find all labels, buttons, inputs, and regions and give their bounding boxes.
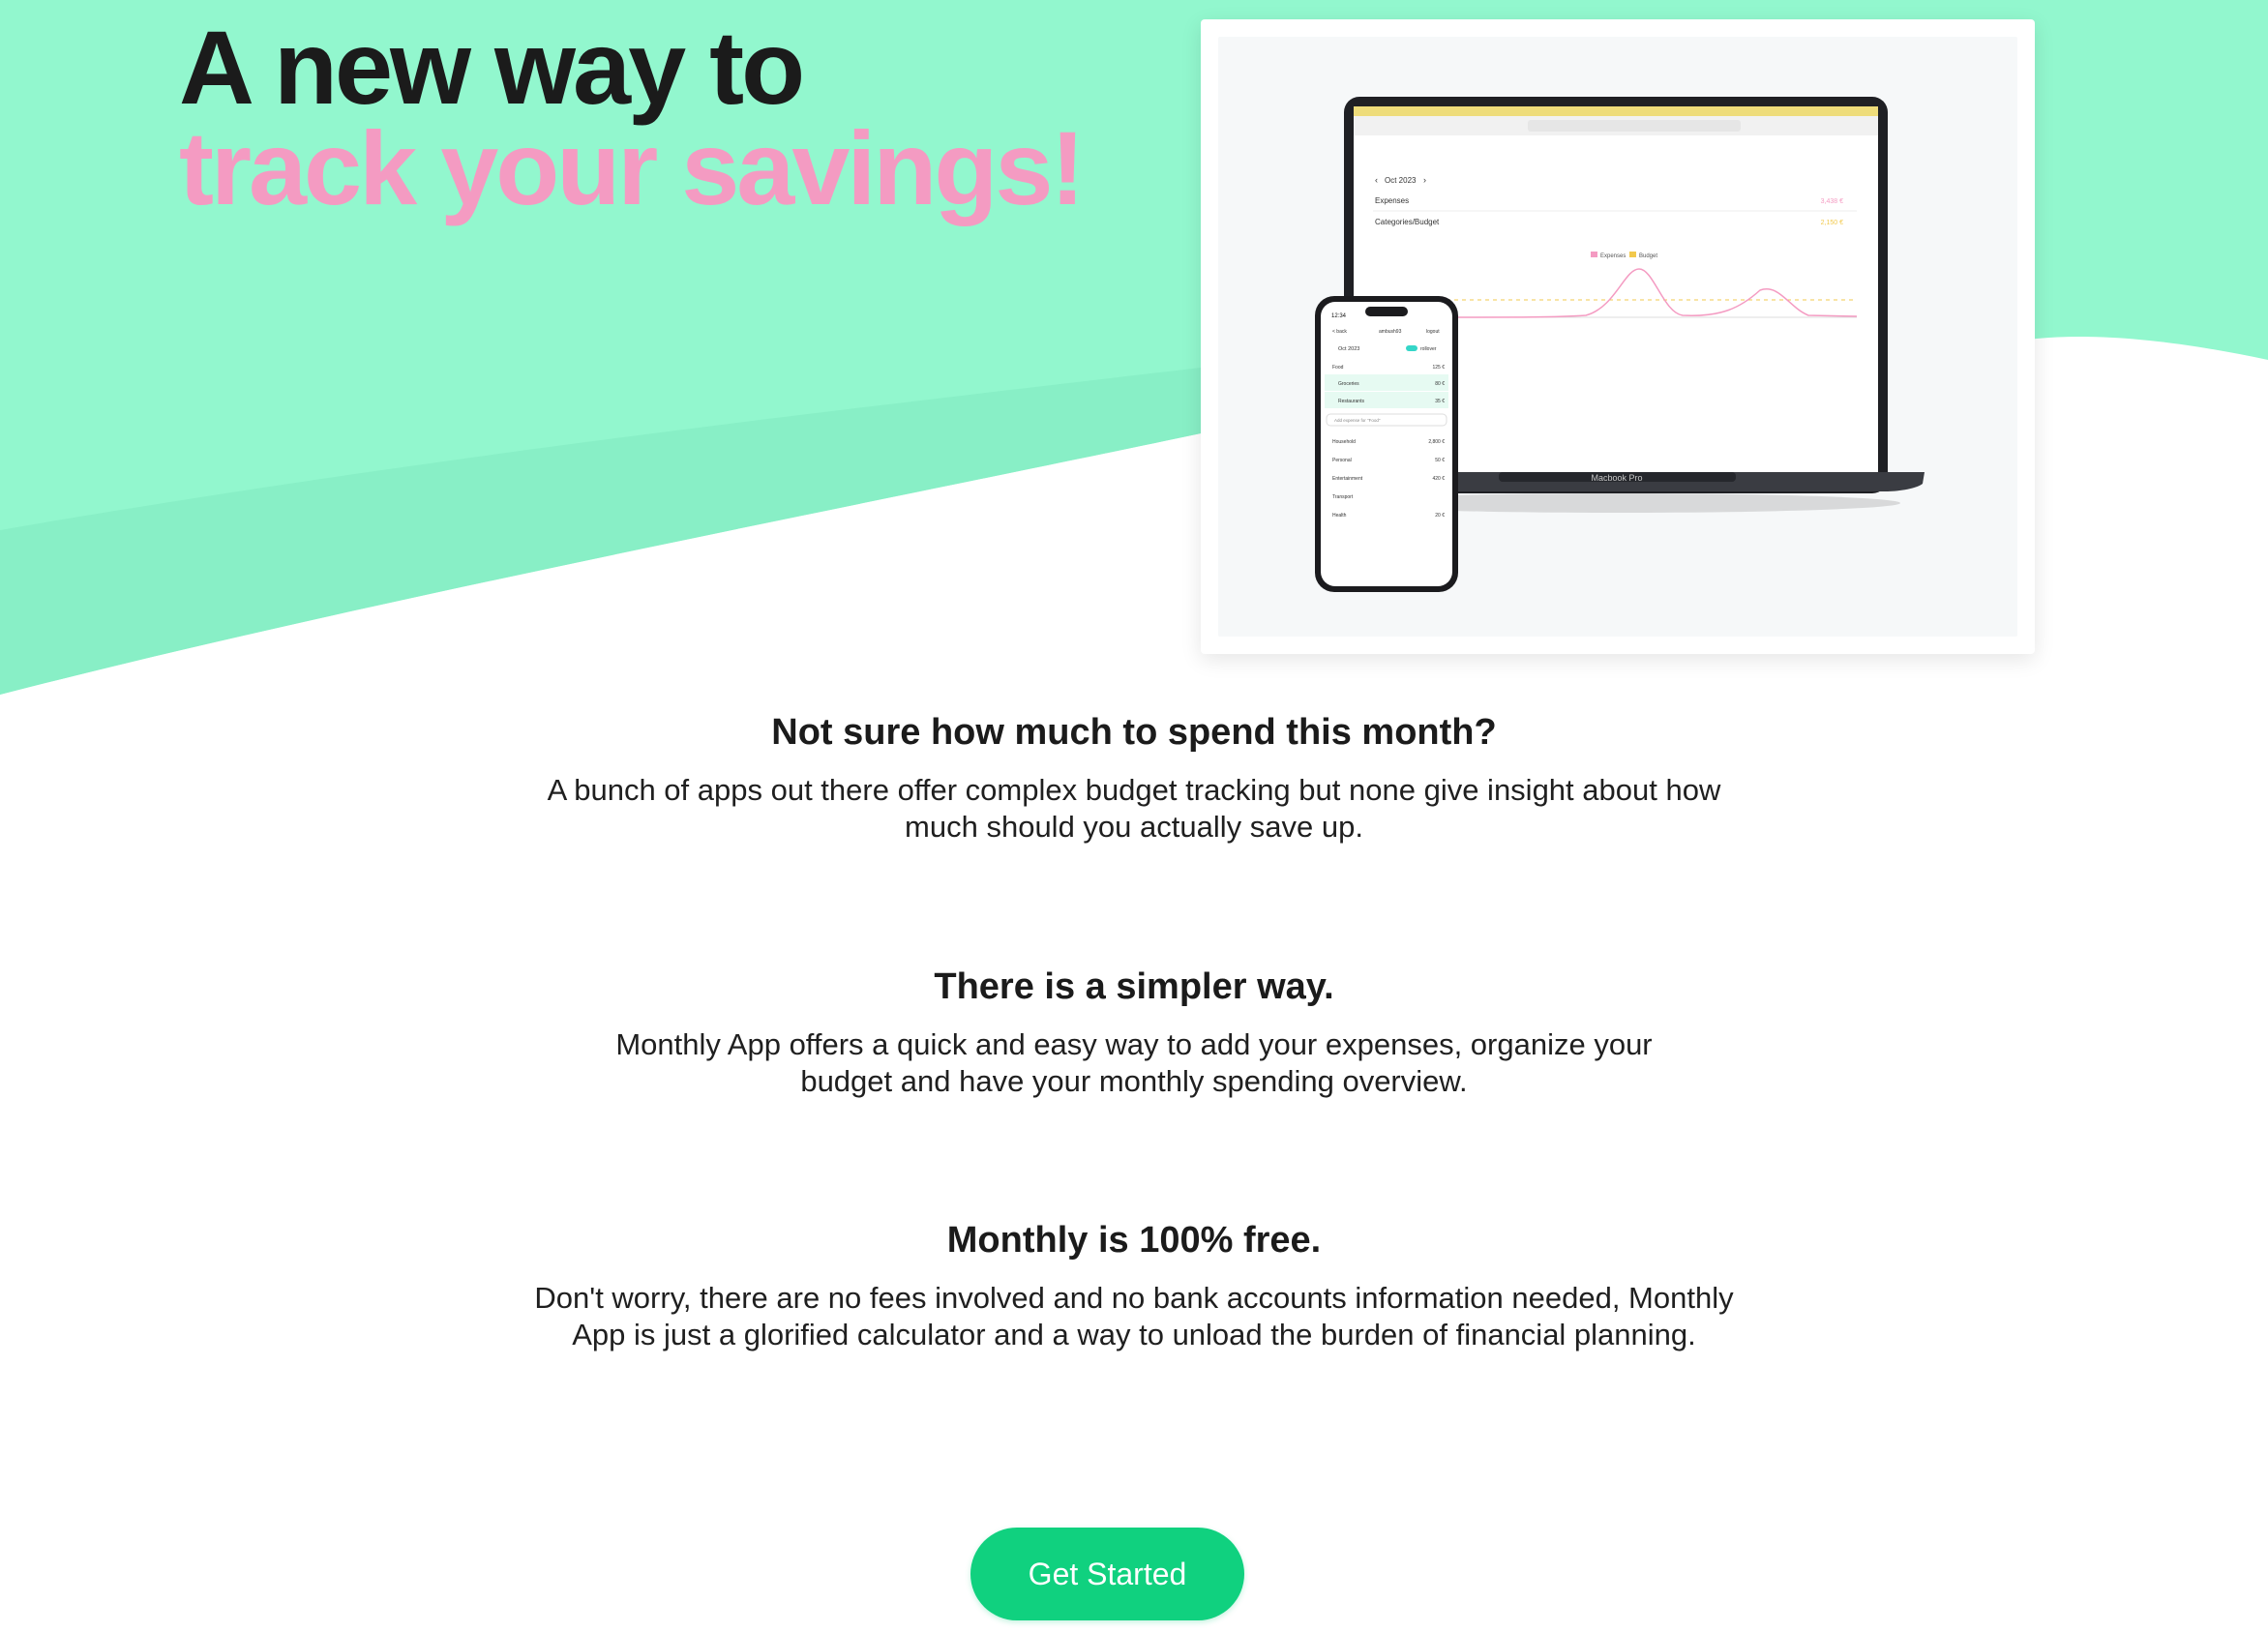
hero-headline: A new way to track your savings!	[179, 9, 1085, 226]
phone-time: 12:34	[1331, 313, 1347, 319]
phone-row-1-value: 80 €	[1435, 381, 1445, 387]
phone-row-2-value: 35 €	[1435, 399, 1445, 404]
headline-line-1: A new way to	[179, 9, 805, 126]
section-heading: There is a simpler way.	[934, 966, 1334, 1007]
laptop-row-budget-label: Categories/Budget	[1375, 218, 1440, 226]
phone-row-4-value: 2,800 €	[1428, 439, 1445, 445]
phone-month-label: Oct 2023	[1338, 346, 1359, 352]
phone-tab-back: < back	[1332, 329, 1347, 335]
section-body: Monthly App offers a quick and easy way …	[615, 1027, 1653, 1098]
device-showcase-card: Oct 2023 ‹ › Expenses 3,438 € Categories…	[1201, 19, 2035, 654]
phone-row-3-label: Add expense for "Food"	[1334, 418, 1381, 423]
phone-row-8-value: 20 €	[1435, 513, 1445, 519]
section-simpler-way: There is a simpler way. Monthly App offe…	[0, 965, 2268, 1100]
phone-row-7-label: Transport	[1332, 494, 1354, 500]
phone-row-5-value: 50 €	[1435, 458, 1445, 463]
phone-row-0-value: 125 €	[1432, 365, 1445, 371]
phone-toggle-label: rollover	[1420, 346, 1437, 352]
phone-mockup: 12:34 < back ambush93 logout Oct 2023 ro…	[1315, 296, 1458, 592]
get-started-button[interactable]: Get Started	[970, 1528, 1244, 1620]
laptop-legend-expenses: Expenses	[1600, 253, 1626, 259]
svg-text:‹: ‹	[1375, 175, 1378, 185]
laptop-model-label: Macbook Pro	[1591, 473, 1642, 483]
svg-text:›: ›	[1423, 175, 1426, 185]
laptop-legend-budget: Budget	[1639, 253, 1657, 259]
phone-row-8-label: Health	[1332, 513, 1347, 519]
section-body: A bunch of apps out there offer complex …	[547, 773, 1721, 844]
section-free: Monthly is 100% free. Don't worry, there…	[0, 1218, 2268, 1353]
laptop-row-budget-value: 2,150 €	[1821, 220, 1843, 226]
phone-row-6-value: 420 €	[1432, 476, 1445, 482]
laptop-month-label: Oct 2023	[1385, 176, 1417, 185]
phone-tab-user: ambush93	[1379, 329, 1402, 335]
device-showcase-image: Oct 2023 ‹ › Expenses 3,438 € Categories…	[1218, 37, 2017, 637]
landing-page: A new way to track your savings! Oct 202…	[0, 0, 2268, 1633]
phone-row-0-label: Food	[1332, 365, 1344, 371]
phone-row-1-label: Groceries	[1338, 381, 1359, 387]
headline-line-2-accent: track your savings!	[179, 109, 1085, 226]
section-spending-question: Not sure how much to spend this month? A…	[0, 710, 2268, 846]
section-heading: Monthly is 100% free.	[946, 1220, 1322, 1261]
section-heading: Not sure how much to spend this month?	[771, 712, 1497, 753]
devices-illustration: Oct 2023 ‹ › Expenses 3,438 € Categories…	[1315, 97, 1925, 592]
phone-tab-logout: logout	[1426, 329, 1440, 335]
phone-row-6-label: Entertainment	[1332, 476, 1363, 482]
phone-row-5-label: Personal	[1332, 458, 1352, 463]
laptop-row-expenses-label: Expenses	[1375, 196, 1409, 205]
phone-row-2-label: Restaurants	[1338, 399, 1364, 404]
phone-row-4-label: Household	[1332, 439, 1356, 445]
section-body: Don't worry, there are no fees involved …	[534, 1281, 1734, 1351]
laptop-row-expenses-value: 3,438 €	[1821, 198, 1843, 205]
